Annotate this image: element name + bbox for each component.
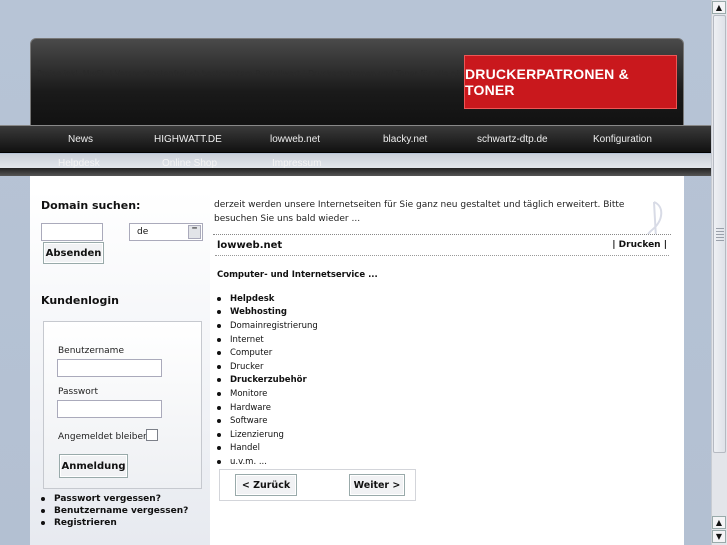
list-item: Internet bbox=[217, 333, 318, 347]
remember-checkbox[interactable] bbox=[146, 429, 158, 441]
prev-button[interactable]: < Zurück bbox=[235, 474, 297, 496]
list-item: u.v.m. ... bbox=[217, 455, 318, 469]
list-item: Monitore bbox=[217, 387, 318, 401]
chevron-down-icon[interactable]: ▔ bbox=[188, 225, 201, 239]
article-box: lowweb.net | Drucken | Computer- und Int… bbox=[213, 234, 671, 502]
subnav-item-helpdesk[interactable]: Helpdesk bbox=[58, 158, 100, 169]
print-link[interactable]: | Drucken | bbox=[612, 240, 667, 250]
bullet-icon bbox=[217, 391, 221, 396]
list-item: Computer bbox=[217, 346, 318, 360]
domain-submit-button[interactable]: Absenden bbox=[43, 242, 104, 264]
domain-search-input[interactable] bbox=[41, 223, 103, 241]
list-item: Druckerzubehör bbox=[217, 374, 318, 388]
password-field[interactable] bbox=[57, 400, 162, 418]
list-item: Webhosting bbox=[217, 306, 318, 320]
services-list: Helpdesk Webhosting Domainregistrierung Int… bbox=[217, 292, 318, 469]
bullet-icon bbox=[217, 419, 221, 424]
bullet-icon bbox=[41, 497, 45, 501]
bullet-icon bbox=[217, 459, 221, 464]
bullet-icon bbox=[41, 509, 45, 513]
forgot-username-link[interactable]: Benutzername vergessen? bbox=[41, 505, 188, 517]
forgot-password-link[interactable]: Passwort vergessen? bbox=[41, 493, 188, 505]
remember-label: Angemeldet bleiben bbox=[58, 432, 149, 442]
password-label: Passwort bbox=[58, 387, 99, 397]
article-title: lowweb.net bbox=[217, 240, 283, 251]
nav-item-news[interactable]: News bbox=[68, 126, 93, 154]
bullet-icon bbox=[217, 446, 221, 451]
scroll-down-icon[interactable]: ▼ bbox=[712, 530, 726, 543]
list-item: Hardware bbox=[217, 401, 318, 415]
next-button[interactable]: Weiter > bbox=[349, 474, 405, 496]
username-label: Benutzername bbox=[58, 346, 124, 356]
nav-item-blacky[interactable]: blacky.net bbox=[383, 126, 427, 154]
list-item: Domainregistrierung bbox=[217, 319, 318, 333]
scroll-grip-icon bbox=[716, 228, 724, 242]
bullet-icon bbox=[217, 364, 221, 369]
divider bbox=[215, 255, 669, 256]
scroll-up-icon[interactable]: ▲ bbox=[712, 1, 726, 14]
scroll-up-icon[interactable]: ▲ bbox=[712, 516, 726, 529]
list-item: Lizenzierung bbox=[217, 428, 318, 442]
subnav-item-online-shop[interactable]: Online Shop bbox=[162, 158, 217, 169]
nav-item-lowweb[interactable]: lowweb.net bbox=[270, 126, 320, 154]
article-subtitle: Computer- und Internetservice ... bbox=[217, 270, 378, 280]
bullet-icon bbox=[217, 405, 221, 410]
username-field[interactable] bbox=[57, 359, 162, 377]
list-item: Helpdesk bbox=[217, 292, 318, 306]
nav-item-highwatt[interactable]: HIGHWATT.DE bbox=[154, 126, 222, 154]
bullet-icon bbox=[41, 521, 45, 525]
brand-banner-button[interactable]: DRUCKERPATRONEN & TONER bbox=[464, 55, 677, 109]
site-header: Preise inkl. MwSt. | Versandkostenfrei a… bbox=[30, 38, 684, 128]
domain-search-title: Domain suchen: bbox=[41, 199, 141, 212]
list-item: Software bbox=[217, 414, 318, 428]
list-item: Drucker bbox=[217, 360, 318, 374]
bullet-icon bbox=[217, 337, 221, 342]
pagination: < Zurück Weiter > bbox=[219, 469, 416, 501]
main-navigation: News HIGHWATT.DE lowweb.net blacky.net s… bbox=[0, 125, 727, 153]
subnav-strip bbox=[0, 168, 727, 176]
subnav-item-impressum[interactable]: Impressum bbox=[272, 158, 321, 169]
bullet-icon bbox=[217, 296, 221, 301]
bullet-icon bbox=[217, 351, 221, 356]
intro-text: derzeit werden unsere Internetseiten für… bbox=[214, 200, 625, 224]
account-links: Passwort vergessen? Benutzername vergess… bbox=[41, 493, 188, 529]
tld-select[interactable]: de ▔ bbox=[129, 223, 203, 241]
sub-navigation: Helpdesk Online Shop Impressum bbox=[0, 154, 727, 176]
bullet-icon bbox=[217, 432, 221, 437]
nav-item-konfiguration[interactable]: Konfiguration bbox=[593, 126, 652, 154]
header-ticker: Preise inkl. MwSt. | Versandkostenfrei a… bbox=[37, 69, 461, 78]
bullet-icon bbox=[217, 378, 221, 383]
register-link[interactable]: Registrieren bbox=[41, 517, 188, 529]
bullet-icon bbox=[217, 323, 221, 328]
nav-item-schwartz[interactable]: schwartz-dtp.de bbox=[477, 126, 548, 154]
login-title: Kundenlogin bbox=[41, 294, 119, 307]
login-button[interactable]: Anmeldung bbox=[59, 454, 128, 478]
tld-select-value: de bbox=[137, 227, 149, 237]
bullet-icon bbox=[217, 310, 221, 315]
list-item: Handel bbox=[217, 442, 318, 456]
